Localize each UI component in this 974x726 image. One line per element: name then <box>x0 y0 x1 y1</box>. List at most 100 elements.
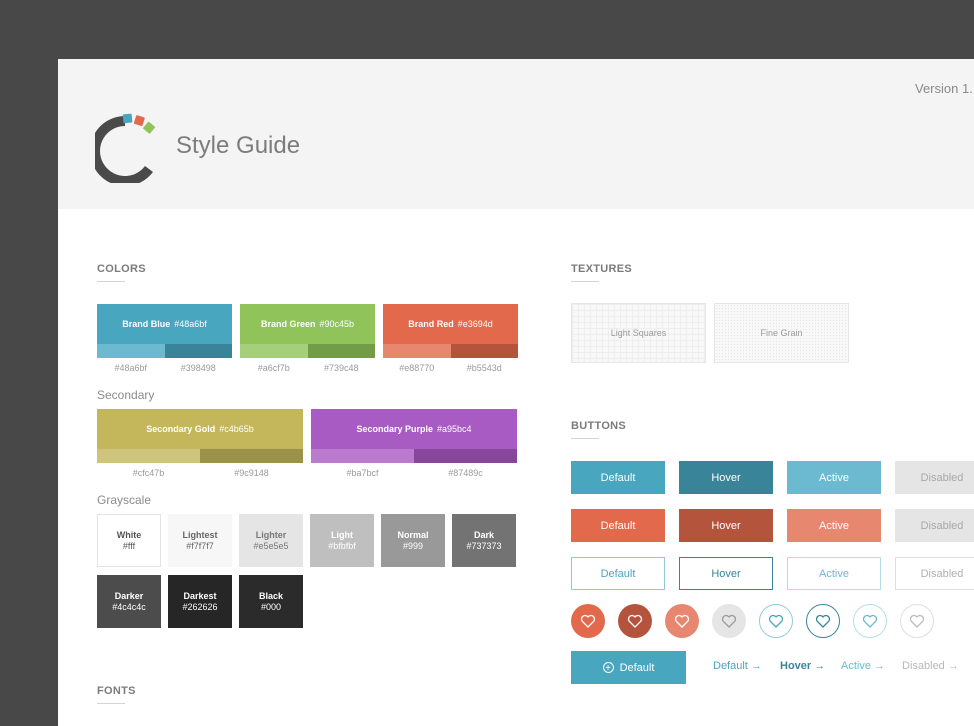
texture-fine-grain: Fine Grain <box>714 303 849 363</box>
page-title: Style Guide <box>176 132 301 159</box>
heart-circle-button[interactable] <box>759 604 793 638</box>
colors-heading: COLORS <box>97 263 146 275</box>
text-link-label: Hover <box>780 660 812 672</box>
heart-circle-button[interactable] <box>618 604 652 638</box>
swatch-hex: #e3694d <box>457 319 493 329</box>
heart-icon <box>721 614 737 628</box>
buttons-heading: BUTTONS <box>571 420 627 432</box>
tint-hex-label: #e88770 <box>399 363 435 373</box>
shade-hex-label: #739c48 <box>323 363 359 373</box>
heart-circle-button <box>712 604 746 638</box>
blue-default-button[interactable]: Default <box>571 461 665 494</box>
swatch-light-tint <box>240 344 308 358</box>
swatch-main: Secondary Purple #a95bc4 <box>311 409 517 449</box>
swatch-light-tint <box>311 449 414 463</box>
arrow-right-icon: → <box>873 660 885 672</box>
swatch-dark-shade <box>164 344 232 358</box>
gray-tile-name: Darkest <box>183 590 217 601</box>
arrow-right-icon: → <box>814 660 826 672</box>
textures-underline <box>571 281 599 282</box>
tint-hex-label: #cfc47b <box>132 468 165 478</box>
shade-hex-label: #9c9148 <box>234 468 269 478</box>
gray-tile-dark: Dark #737373 <box>452 514 516 567</box>
red-hover-button[interactable]: Hover <box>679 509 773 542</box>
gray-tile-white: White #fff <box>97 514 161 567</box>
heart-circle-button[interactable] <box>571 604 605 638</box>
gray-tile-name: White <box>116 529 142 540</box>
red-active-button[interactable]: Active <box>787 509 881 542</box>
swatch-secondary-gold: Secondary Gold #c4b65b <box>97 409 303 463</box>
gray-tile-lighter: Lighter #e5e5e5 <box>239 514 303 567</box>
gray-tile-name: Darker <box>114 590 144 601</box>
arrow-right-icon: → <box>947 660 959 672</box>
heart-icon <box>674 614 690 628</box>
shade-hex-label: #398498 <box>180 363 216 373</box>
add-default-button[interactable]: + Default <box>571 651 686 684</box>
heart-icon <box>627 614 643 628</box>
gray-tile-darker: Darker #4c4c4c <box>97 575 161 628</box>
swatch-hex: #90c45b <box>319 319 355 329</box>
style-guide-page: Version 1. Style Guide COLORS Brand Blue… <box>58 59 974 726</box>
grayscale-label: Grayscale <box>97 493 152 507</box>
outline-default-button[interactable]: Default <box>571 557 665 590</box>
heart-icon <box>580 614 596 628</box>
gray-tile-name: Dark <box>473 529 494 540</box>
swatch-secondary-purple: Secondary Purple #a95bc4 <box>311 409 517 463</box>
blue-disabled-button: Disabled <box>895 461 974 494</box>
swatch-dark-shade <box>307 344 375 358</box>
header: Version 1. Style Guide <box>58 59 974 209</box>
gray-tile-lightest: Lightest #f7f7f7 <box>168 514 232 567</box>
gray-tile-hex: #262626 <box>182 601 218 612</box>
outline-active-button[interactable]: Active <box>787 557 881 590</box>
add-default-label: Default <box>619 661 655 674</box>
gray-tile-name: Black <box>258 590 284 601</box>
gray-tile-name: Normal <box>397 529 429 540</box>
swatch-main: Secondary Gold #c4b65b <box>97 409 303 449</box>
heart-circle-button <box>900 604 934 638</box>
outline-hover-button[interactable]: Hover <box>679 557 773 590</box>
gray-tile-hex: #fff <box>122 540 136 551</box>
logo-icon <box>95 113 155 183</box>
gray-tile-name: Lighter <box>255 529 287 540</box>
heart-icon <box>815 614 831 628</box>
swatch-dark-shade <box>414 449 517 463</box>
colors-underline <box>97 281 125 282</box>
blue-hover-button[interactable]: Hover <box>679 461 773 494</box>
text-link-default[interactable]: Default → <box>713 660 762 672</box>
heart-icon <box>862 614 878 628</box>
swatch-hex: #c4b65b <box>219 424 254 434</box>
red-default-button[interactable]: Default <box>571 509 665 542</box>
swatch-light-tint <box>97 449 200 463</box>
swatch-hex: #48a6bf <box>174 319 207 329</box>
blue-active-button[interactable]: Active <box>787 461 881 494</box>
tint-hex-label: #ba7bcf <box>346 468 379 478</box>
text-link-hover[interactable]: Hover → <box>780 660 825 672</box>
swatch-name: Secondary Purple <box>356 424 433 434</box>
gray-tile-hex: #999 <box>402 540 424 551</box>
gray-tile-name: Lightest <box>182 529 218 540</box>
gray-tile-normal: Normal #999 <box>381 514 445 567</box>
tint-hex-label: #a6cf7b <box>257 363 290 373</box>
swatch-hex: #a95bc4 <box>436 424 472 434</box>
swatch-main: Brand Red #e3694d <box>383 304 518 344</box>
heart-circle-button[interactable] <box>806 604 840 638</box>
heart-circle-button[interactable] <box>853 604 887 638</box>
gray-tile-hex: #bfbfbf <box>328 540 356 551</box>
plus-icon: + <box>602 662 614 674</box>
heart-circle-button[interactable] <box>665 604 699 638</box>
fonts-underline <box>97 703 125 704</box>
gray-tile-hex: #4c4c4c <box>112 601 146 612</box>
swatch-name: Brand Red <box>408 319 454 329</box>
swatch-name: Brand Blue <box>122 319 171 329</box>
text-link-active[interactable]: Active → <box>841 660 885 672</box>
swatch-brand-green: Brand Green #90c45b <box>240 304 375 358</box>
gray-tile-hex: #f7f7f7 <box>186 540 214 551</box>
swatch-name: Secondary Gold <box>146 424 216 434</box>
red-disabled-button: Disabled <box>895 509 974 542</box>
text-link-label: Default <box>713 660 748 672</box>
swatch-name: Brand Green <box>260 319 316 329</box>
textures-heading: TEXTURES <box>571 263 633 275</box>
text-link-label: Active <box>841 660 871 672</box>
heart-icon <box>768 614 784 628</box>
version-label: Version 1. <box>915 81 973 96</box>
